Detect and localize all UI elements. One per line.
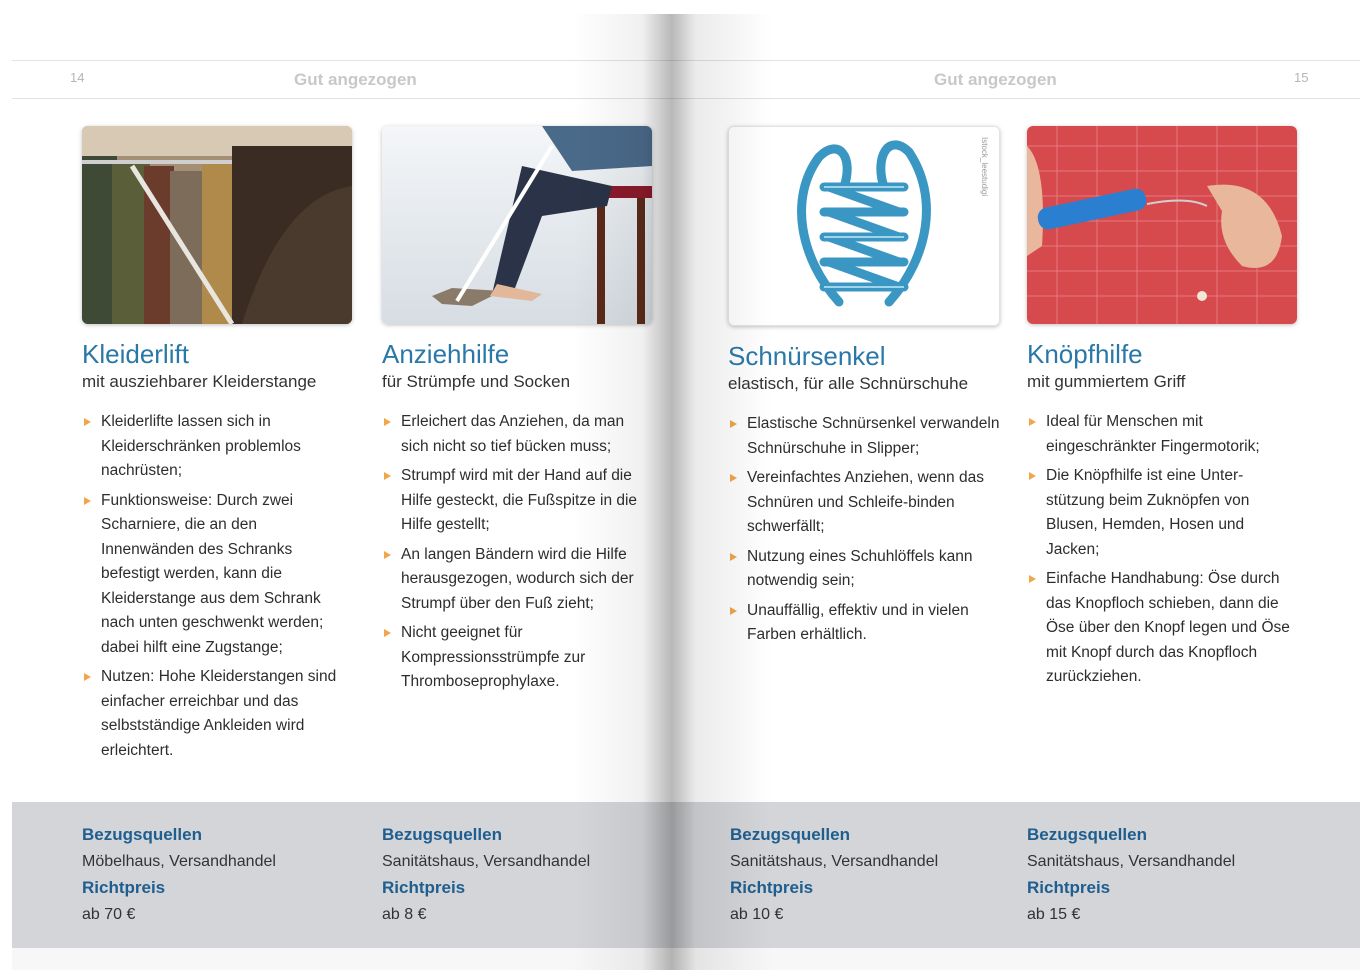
price-label: Richtpreis <box>730 878 814 897</box>
brochure-spread: 14 Gut angezogen Gut angezogen 15 Kleide… <box>12 14 1360 970</box>
price-label: Richtpreis <box>382 878 466 897</box>
product-title: Knöpfhilfe <box>1027 339 1143 369</box>
price-label: Richtpreis <box>82 878 166 897</box>
sources-price-band: Bezugsquellen Möbelhaus, Versandhandel R… <box>12 802 1360 948</box>
sources-label: Bezugsquellen <box>382 825 502 844</box>
bullet-triangle-icon <box>384 472 391 480</box>
bullet-item: Unauffällig, effektiv und in vielen Farb… <box>728 599 1000 648</box>
footer-anziehhilfe: Bezugsquellen Sanitätshaus, Versandhande… <box>382 822 672 928</box>
bullet-item: Kleiderlifte lassen sich in Kleiderschrä… <box>82 410 354 484</box>
bullet-item: An langen Bändern wird die Hilfe herausg… <box>382 543 654 617</box>
page-bottom-margin <box>12 948 1360 970</box>
page-number-left: 14 <box>70 70 85 85</box>
bullet-triangle-icon <box>1029 575 1036 583</box>
photo-kleiderlift <box>82 126 352 324</box>
price-text: ab 70 € <box>82 906 136 923</box>
bullet-item: Funktionsweise: Durch zwei Scharniere, d… <box>82 489 354 661</box>
footer-schnuersenkel: Bezugsquellen Sanitätshaus, Versandhande… <box>730 822 1020 928</box>
bullet-triangle-icon <box>84 418 91 426</box>
running-head-right: Gut angezogen <box>934 70 1057 89</box>
bullet-triangle-icon <box>384 418 391 426</box>
bullet-triangle-icon <box>730 420 737 428</box>
photo-schnuersenkel: Istock_leestudigi <box>728 126 1000 326</box>
bullet-triangle-icon <box>384 550 391 559</box>
bullet-triangle-icon <box>84 673 91 681</box>
bullet-triangle-icon <box>730 552 737 561</box>
header-top-rule <box>12 60 1360 61</box>
photo-anziehhilfe <box>382 126 652 324</box>
product-subtitle: für Strümpfe und Socken <box>382 372 571 391</box>
footer-kleiderlift: Bezugsquellen Möbelhaus, Versandhandel R… <box>82 822 372 928</box>
price-text: ab 10 € <box>730 906 784 923</box>
bullet-list: Erleichert das Anziehen, da man sich nic… <box>382 410 654 695</box>
running-head-left: Gut angezogen <box>294 70 417 89</box>
bullet-triangle-icon <box>730 474 737 482</box>
photo-knoepfhilfe <box>1027 126 1297 324</box>
sources-text: Sanitätshaus, Versandhandel <box>730 853 939 870</box>
product-subtitle: mit ausziehbarer Kleiderstange <box>82 372 317 391</box>
bullet-item: Nutzen: Hohe Kleiderstangen sind einfach… <box>82 665 354 763</box>
bullet-item: Elastische Schnürsenkel verwandeln Schnü… <box>728 412 1000 461</box>
sources-label: Bezugsquellen <box>730 825 850 844</box>
bullet-triangle-icon <box>730 606 737 615</box>
bullet-item: Nicht geeignet für Kompressionsstrümpfe … <box>382 621 654 695</box>
bullet-list: Elastische Schnürsenkel verwandeln Schnü… <box>728 412 1000 648</box>
price-text: ab 8 € <box>382 906 427 923</box>
product-subtitle: mit gummiertem Griff <box>1027 372 1186 391</box>
bullet-item: Einfache Handhabung: Öse durch das Knopf… <box>1027 567 1299 690</box>
price-label: Richtpreis <box>1027 878 1111 897</box>
bullet-item: Vereinfachtes Anziehen, wenn das Schnüre… <box>728 466 1000 540</box>
bullet-triangle-icon <box>1029 418 1036 426</box>
header-bottom-rule <box>12 98 1360 99</box>
bullet-triangle-icon <box>84 496 91 505</box>
bullet-item: Ideal für Menschen mit eingeschränkter F… <box>1027 410 1299 459</box>
product-title: Anziehhilfe <box>382 339 510 369</box>
product-knoepfhilfe: Knöpfhilfe mit gummiertem Griff Ideal fü… <box>1027 126 1299 695</box>
photo-credit: Istock_leestudigi <box>980 137 989 197</box>
sources-text: Sanitätshaus, Versandhandel <box>382 853 591 870</box>
product-schnuersenkel: Istock_leestudigi Schnürsenkel elastisch… <box>728 126 1000 653</box>
bullet-triangle-icon <box>384 629 391 637</box>
product-title: Kleiderlift <box>82 339 189 369</box>
bullet-item: Strumpf wird mit der Hand auf die Hilfe … <box>382 464 654 538</box>
bullet-item: Erleichert das Anziehen, da man sich nic… <box>382 410 654 459</box>
bullet-list: Kleiderlifte lassen sich in Kleiderschrä… <box>82 410 354 763</box>
sources-text: Möbelhaus, Versandhandel <box>82 853 276 870</box>
bullet-triangle-icon <box>1029 472 1036 480</box>
product-title: Schnürsenkel <box>728 341 886 371</box>
footer-knoepfhilfe: Bezugsquellen Sanitätshaus, Versandhande… <box>1027 822 1317 928</box>
product-anziehhilfe: Anziehhilfe für Strümpfe und Socken Erle… <box>382 126 654 700</box>
sources-label: Bezugsquellen <box>1027 825 1147 844</box>
bullet-item: Nutzung eines Schuhlöffels kann notwendi… <box>728 545 1000 594</box>
price-text: ab 15 € <box>1027 906 1081 923</box>
bullet-list: Ideal für Menschen mit eingeschränkter F… <box>1027 410 1299 690</box>
bullet-item: Die Knöpfhilfe ist eine Unter-stützung b… <box>1027 464 1299 562</box>
sources-text: Sanitätshaus, Versandhandel <box>1027 853 1236 870</box>
product-kleiderlift: Kleiderlift mit ausziehbarer Kleiderstan… <box>82 126 354 768</box>
product-subtitle: elastisch, für alle Schnürschuhe <box>728 374 969 393</box>
page-number-right: 15 <box>1294 70 1309 85</box>
sources-label: Bezugsquellen <box>82 825 202 844</box>
